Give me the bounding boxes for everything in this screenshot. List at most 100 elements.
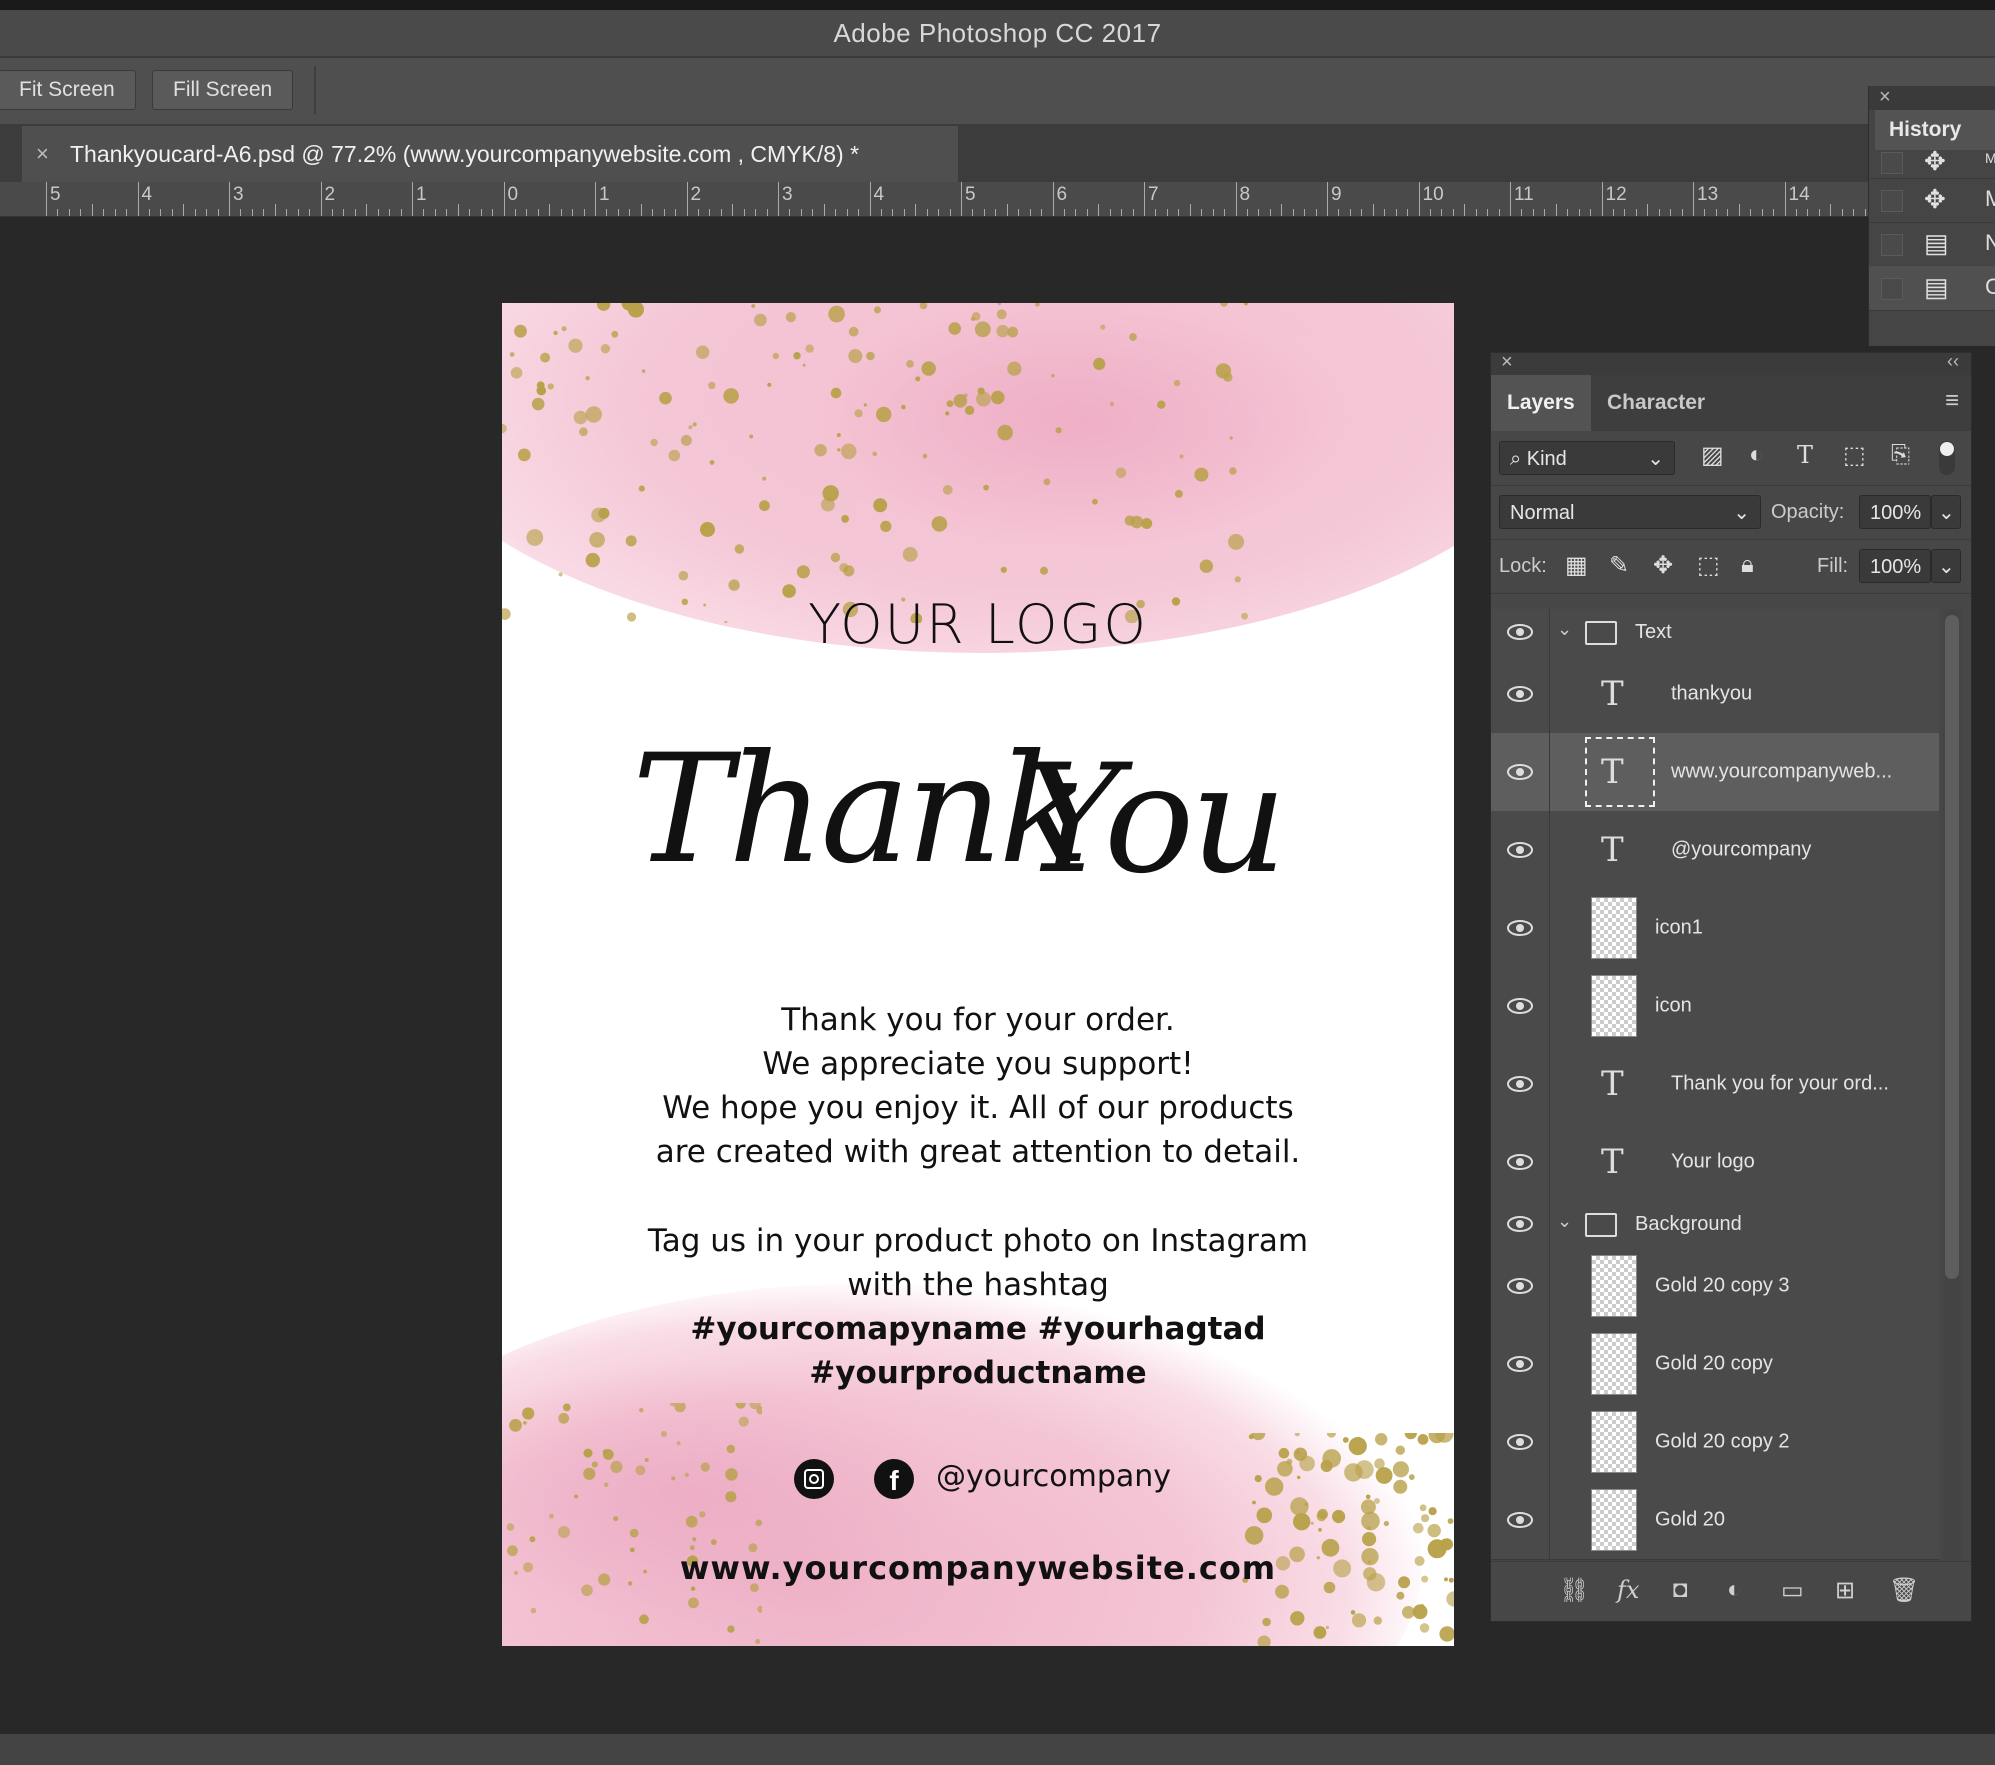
lock-artboard-icon[interactable]: ⬚ [1697,551,1720,580]
chevron-down-icon[interactable]: ⌄ [1557,619,1572,640]
glitter-dot [1286,1458,1293,1465]
opacity-field[interactable]: 100% [1859,495,1931,529]
layer-row[interactable]: icon [1491,967,1939,1046]
ruler-tick [206,209,208,216]
filter-toggle[interactable] [1939,441,1955,475]
layer-row[interactable]: Gold 20 [1491,1481,1939,1560]
glitter-dot [983,484,989,491]
glitter-dot [517,448,531,462]
ruler-tick [1578,209,1580,216]
pixel-filter-icon[interactable]: ▨ [1701,441,1724,470]
history-item[interactable]: ▤ N [1869,222,1995,267]
trash-icon[interactable]: 🗑︎ [1889,1576,1919,1605]
glitter-dot [873,498,888,513]
layer-row[interactable]: icon1 [1491,889,1939,968]
glitter-dot [796,565,810,579]
document-tab[interactable]: × Thankyoucard-A6.psd @ 77.2% (www.yourc… [22,126,958,182]
fit-screen-button[interactable]: Fit Screen [0,70,136,110]
glitter-dot [659,391,672,405]
new-group-icon[interactable]: ▭ [1781,1576,1804,1605]
ruler-tick [1121,209,1123,216]
lock-position-icon[interactable]: ✥ [1653,551,1673,580]
glitter-dot [549,1513,554,1519]
document-tab-bar: × Thankyoucard-A6.psd @ 77.2% (www.yourc… [0,124,1870,182]
eye-icon[interactable] [1501,733,1539,811]
glitter-dot [1257,1635,1271,1646]
history-item[interactable]: ✥ M [1869,146,1995,179]
panel-menu-icon[interactable]: ≡ [1945,387,1959,415]
ruler-label: 0 [507,184,519,205]
layer-row[interactable]: T thankyou [1491,655,1939,734]
lock-transparency-icon[interactable]: ▦ [1565,551,1588,580]
eye-icon[interactable] [1501,811,1539,889]
ruler-tick [480,209,482,216]
eye-icon[interactable] [1501,655,1539,733]
fill-screen-button[interactable]: Fill Screen [152,70,294,110]
eye-icon[interactable] [1501,1123,1539,1201]
tab-history[interactable]: History [1875,110,1995,150]
history-checkbox[interactable] [1881,278,1903,300]
layer-row-selected[interactable]: T www.yourcompanyweb... [1491,733,1939,812]
glitter-dot [734,544,745,554]
fill-dropdown[interactable]: ⌄ [1931,549,1961,583]
layer-row[interactable]: T Thank you for your ord... [1491,1045,1939,1124]
type-filter-icon[interactable]: T [1797,441,1813,469]
ruler-tick [835,209,837,216]
ruler-tick [1384,209,1386,216]
history-item[interactable]: ✥ M [1869,178,1995,223]
close-tab-icon[interactable]: × [36,126,49,182]
opacity-dropdown[interactable]: ⌄ [1931,495,1961,529]
history-item[interactable]: ▤ C [1869,266,1995,311]
eye-icon[interactable] [1501,1045,1539,1123]
glitter-dot [1215,363,1232,379]
eye-icon[interactable] [1501,889,1539,967]
shape-filter-icon[interactable]: ⬚ [1843,441,1866,470]
layer-row[interactable]: Gold 20 copy 2 [1491,1403,1939,1482]
layer-row[interactable]: Gold 20 copy [1491,1325,1939,1404]
eye-icon[interactable] [1501,1201,1539,1247]
close-icon[interactable]: × [1501,351,1513,374]
horizontal-ruler[interactable]: 5 4 3 2 1 0 1 2 3 4 5 6 7 8 9 10 11 12 13 14 [0,182,1870,217]
history-checkbox[interactable] [1881,190,1903,212]
eye-icon[interactable] [1501,1325,1539,1403]
tab-layers[interactable]: Layers [1491,375,1591,431]
kind-filter-select[interactable]: ⌕ Kind ⌄ [1499,441,1675,475]
eye-icon[interactable] [1501,1481,1539,1559]
fx-icon[interactable]: fx [1617,1576,1639,1604]
ruler-tick [1658,209,1660,216]
link-layers-icon[interactable]: ⛓ [1559,1576,1589,1605]
new-layer-icon[interactable]: ⊞ [1835,1576,1855,1605]
layer-group-text[interactable]: ⌄ Text [1491,609,1939,656]
fill-field[interactable]: 100% [1859,549,1931,583]
adjustment-filter-icon[interactable]: ◐ [1749,441,1764,469]
glitter-dot [728,579,740,591]
layer-row[interactable]: Gold 20 copy 3 [1491,1247,1939,1326]
move-icon: ✥ [1924,146,1946,176]
eye-icon[interactable] [1501,1403,1539,1481]
layer-row[interactable]: T Your logo [1491,1123,1939,1202]
glitter-dot [700,1462,710,1472]
collapse-icon[interactable]: ‹‹ [1947,351,1959,372]
glitter-dot [1100,324,1106,330]
eye-icon[interactable] [1501,967,1539,1045]
layers-scrollbar-thumb[interactable] [1945,615,1959,1279]
document-canvas[interactable]: YOUR LOGO Thank You Thank you for your o… [502,303,1454,1646]
layer-group-background[interactable]: ⌄ Background [1491,1201,1939,1248]
lock-paint-icon[interactable]: ✎ [1609,551,1629,580]
adjustment-layer-icon[interactable]: ◐ [1727,1576,1742,1604]
history-checkbox[interactable] [1881,234,1903,256]
smart-object-filter-icon[interactable]: ⎘ [1891,441,1910,469]
lock-all-icon[interactable]: 🔒︎ [1741,551,1754,579]
tab-character[interactable]: Character [1591,375,1721,431]
ruler-tick [1681,209,1683,216]
add-mask-icon[interactable]: ◘ [1673,1576,1688,1604]
eye-icon[interactable] [1501,1247,1539,1325]
history-checkbox[interactable] [1881,152,1903,174]
glitter-dot [1299,1455,1315,1472]
close-icon[interactable]: × [1879,86,1891,109]
chevron-down-icon[interactable]: ⌄ [1557,1211,1572,1232]
glitter-dot [1000,566,1007,573]
eye-icon[interactable] [1501,609,1539,655]
blend-mode-select[interactable]: Normal ⌄ [1499,495,1761,529]
layer-row[interactable]: T @yourcompany [1491,811,1939,890]
